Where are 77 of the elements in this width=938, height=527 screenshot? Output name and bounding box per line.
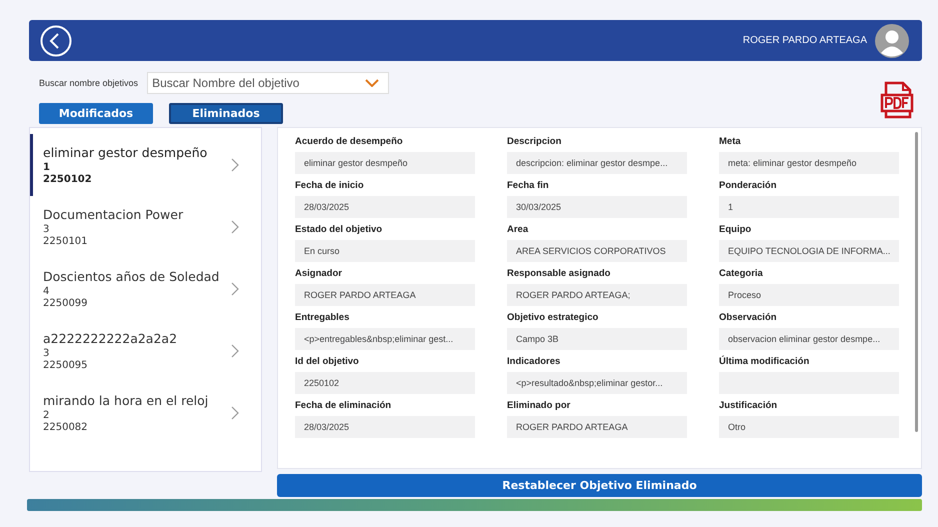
chevron-right-icon (231, 406, 239, 420)
field-label: Ponderación (719, 180, 778, 192)
field-label: Entregables (295, 312, 350, 324)
field-value: ROGER PARDO ARTEAGA (507, 416, 687, 438)
field-label: Fecha de inicio (295, 180, 365, 192)
pdf-file-icon[interactable] (880, 81, 914, 119)
objective-id: 2250095 (43, 360, 89, 372)
field-label: Fecha de eliminación (295, 400, 392, 412)
objective-number: 4 (43, 286, 50, 298)
chevron-down-icon (365, 79, 380, 87)
chevron-right-icon (231, 344, 239, 358)
field-value: 28/03/2025 (295, 416, 475, 438)
objective-number: 2 (43, 410, 50, 422)
field-value: <p>entregables&nbsp;eliminar gest... (295, 328, 475, 350)
filter-tab[interactable]: Eliminados (169, 103, 283, 124)
field-label: Indicadores (507, 356, 562, 368)
field-value: ROGER PARDO ARTEAGA (295, 284, 475, 306)
chevron-right-icon (231, 220, 239, 234)
objective-list-item[interactable]: mirando la hora en el reloj 2 2250082 (30, 382, 261, 444)
objective-list-item[interactable]: Documentacion Power 3 2250101 (30, 196, 261, 258)
search-label: Buscar nombre objetivos (39, 78, 138, 88)
filter-tab[interactable]: Modificados (39, 103, 153, 124)
objective-id: 2250102 (43, 174, 93, 186)
field-value: En curso (295, 240, 475, 262)
field-label: Eliminado por (507, 400, 572, 412)
chevron-right-icon (231, 282, 239, 296)
objective-id: 2250099 (43, 298, 89, 310)
field-label: Asignador (295, 268, 343, 280)
field-value: ROGER PARDO ARTEAGA; (507, 284, 687, 306)
field-label: Descripcion (507, 136, 562, 148)
scrollbar[interactable] (915, 132, 918, 432)
objective-name: Documentacion Power (43, 206, 184, 222)
field-label: Equipo (719, 224, 752, 236)
field-label: Última modificación (719, 356, 810, 368)
field-label: Id del objetivo (295, 356, 360, 368)
objective-name: eliminar gestor desmpeño (43, 144, 208, 160)
field-value: descripcion: eliminar gestor desmpe... (507, 152, 687, 174)
field-value: 28/03/2025 (295, 196, 475, 218)
field-label: Area (507, 224, 530, 236)
back-icon[interactable] (40, 24, 72, 56)
field-label: Responsable asignado (507, 268, 612, 280)
field-value: 2250102 (295, 372, 475, 394)
field-value: eliminar gestor desmpeño (295, 152, 475, 174)
field-value: Otro (719, 416, 899, 438)
objective-number: 3 (43, 224, 50, 236)
objective-id: 2250082 (43, 422, 89, 434)
objective-list-item[interactable]: a2222222222a2a2a2 3 2250095 (30, 320, 261, 382)
field-value: 1 (719, 196, 899, 218)
user-name: ROGER PARDO ARTEAGA (742, 35, 867, 46)
field-label: Observación (719, 312, 778, 324)
field-value: EQUIPO TECNOLOGIA DE INFORMA... (719, 240, 899, 262)
field-label: Meta (719, 136, 742, 148)
field-label: Acuerdo de desempeño (295, 136, 404, 148)
field-value: meta: eliminar gestor desmpeño (719, 152, 899, 174)
field-label: Objetivo estrategico (507, 312, 600, 324)
field-value: Proceso (719, 284, 899, 306)
field-value: <p>resultado&nbsp;eliminar gestor... (507, 372, 687, 394)
chevron-right-icon (231, 158, 239, 172)
field-label: Categoria (719, 268, 764, 280)
objective-name: mirando la hora en el reloj (43, 392, 210, 408)
objective-name: a2222222222a2a2a2 (43, 330, 178, 346)
objective-id: 2250101 (43, 236, 89, 248)
objective-name: Doscientos años de Soledad (43, 268, 220, 284)
field-label: Fecha fin (507, 180, 550, 192)
objective-list-item[interactable]: Doscientos años de Soledad 4 2250099 (30, 258, 261, 320)
field-value: AREA SERVICIOS CORPORATIVOS (507, 240, 687, 262)
field-value: Campo 3B (507, 328, 687, 350)
objective-list-item[interactable]: eliminar gestor desmpeño 1 2250102 (30, 134, 261, 196)
field-value: 30/03/2025 (507, 196, 687, 218)
field-value: observacion eliminar gestor desmpe... (719, 328, 899, 350)
field-label: Justificación (719, 400, 778, 412)
objective-number: 1 (43, 162, 51, 174)
objective-number: 3 (43, 348, 50, 360)
avatar-icon[interactable] (875, 24, 909, 58)
restore-button[interactable]: Restablecer Objetivo Eliminado (277, 474, 922, 497)
field-label: Estado del objetivo (295, 224, 384, 236)
search-dropdown[interactable]: Buscar Nombre del objetivo (147, 72, 390, 94)
